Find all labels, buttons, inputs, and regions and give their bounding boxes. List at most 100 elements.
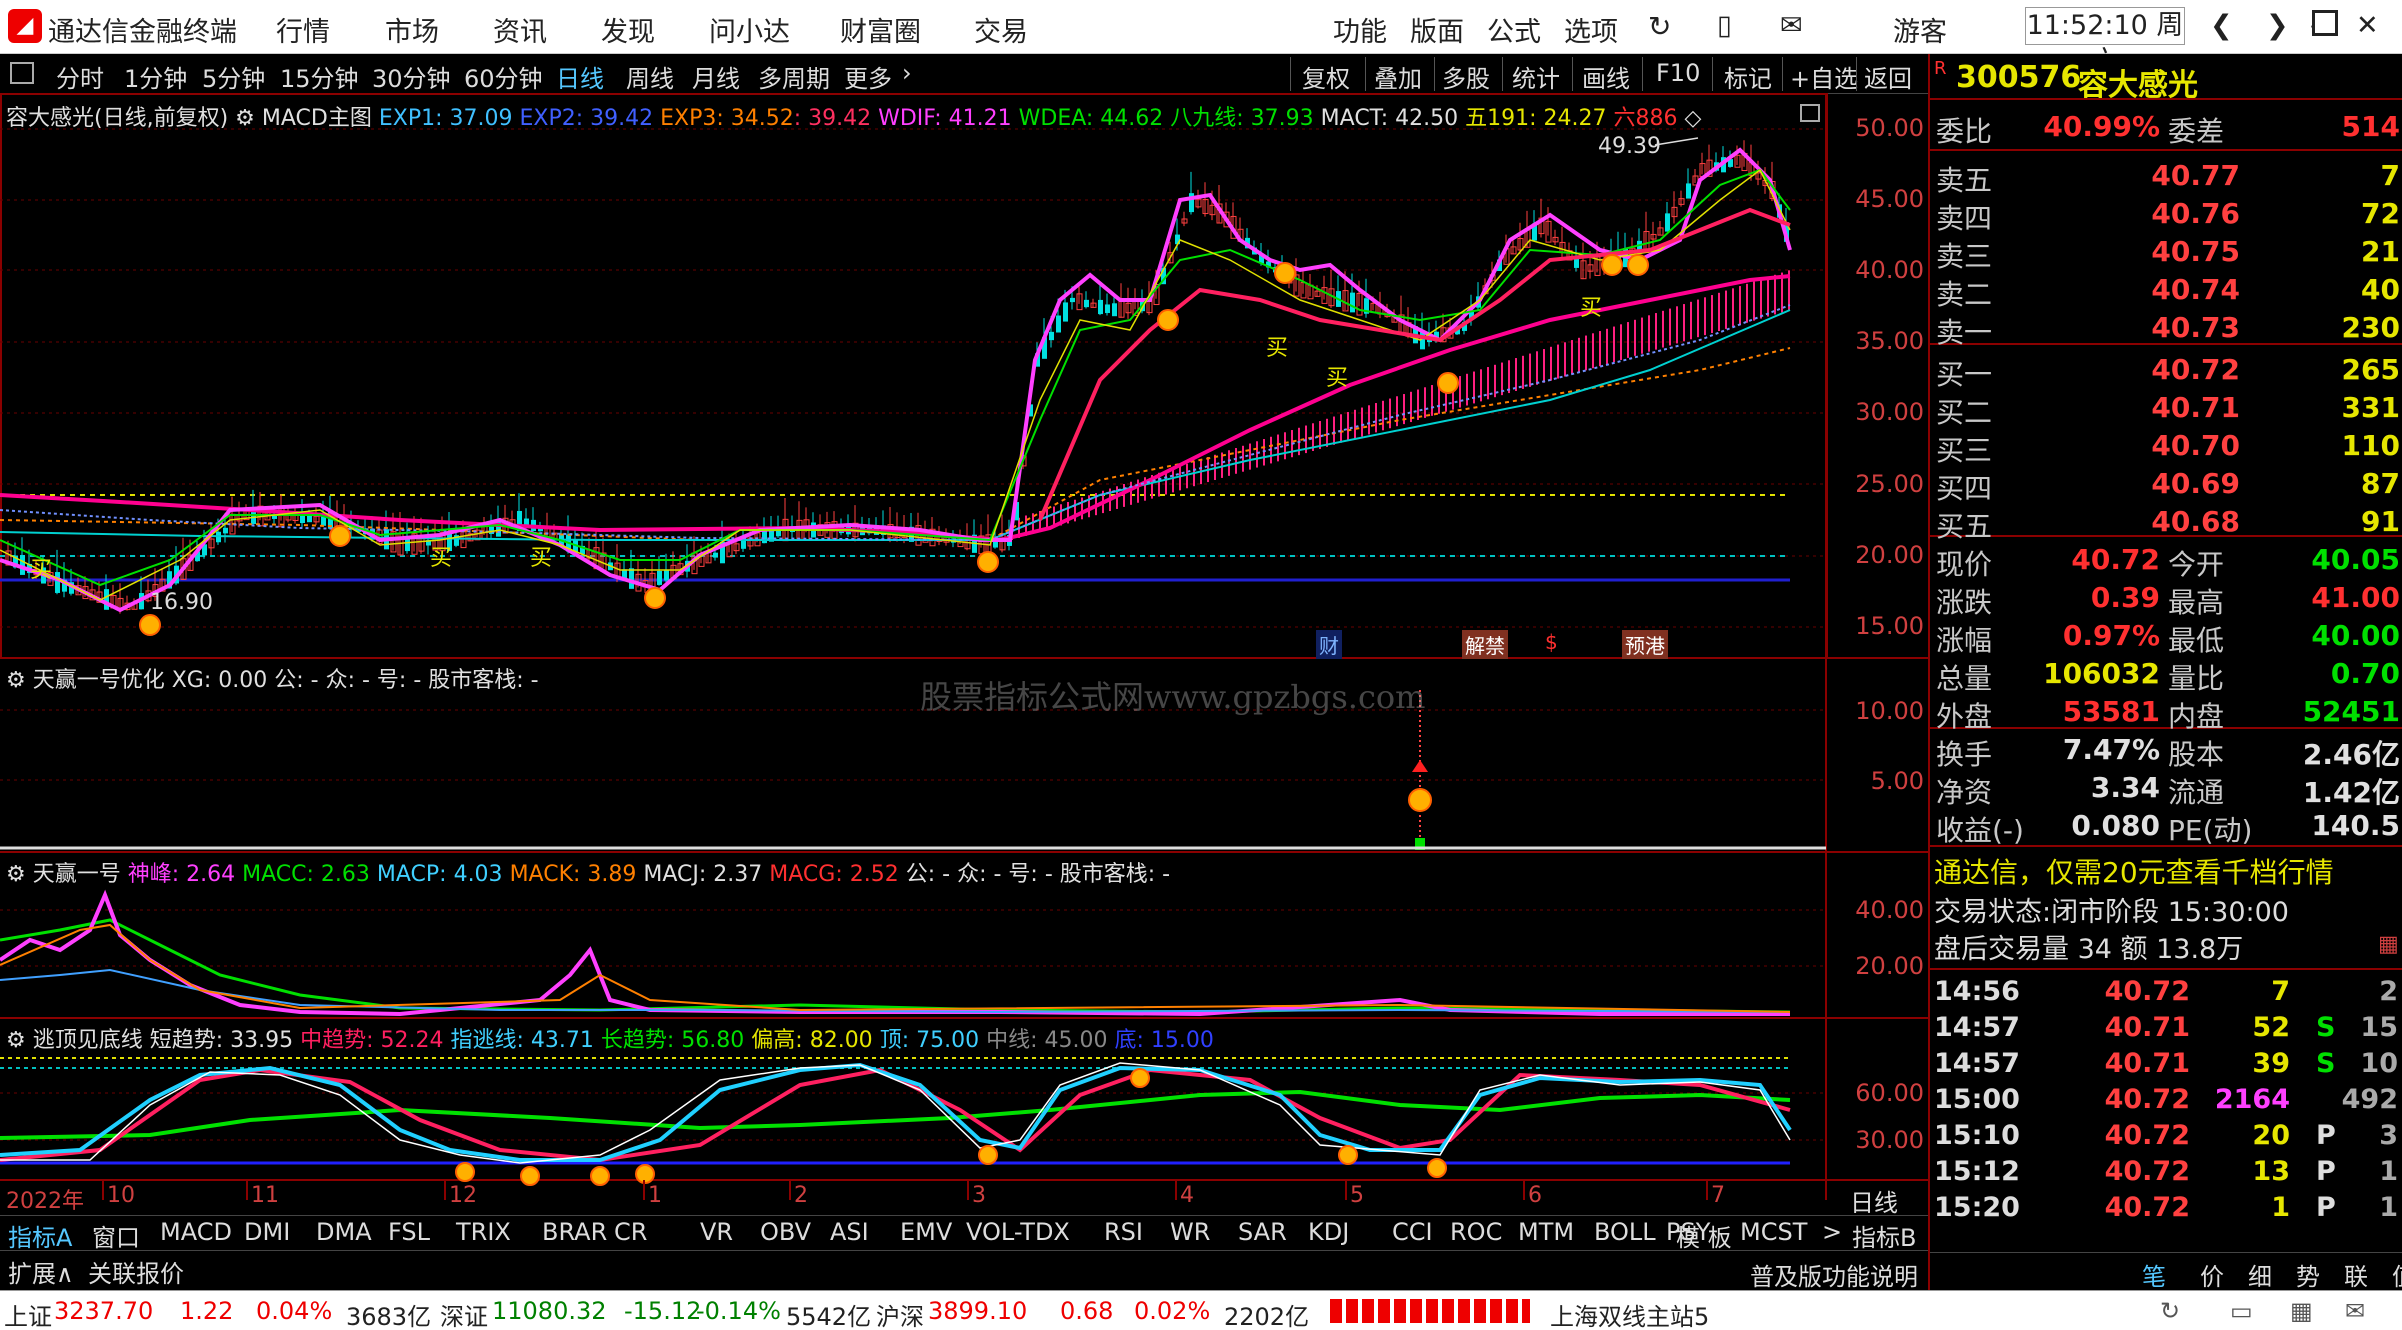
ask-row[interactable]: 卖五 40.77 7 bbox=[1930, 157, 2402, 197]
panel4-indicator-name[interactable]: 逃顶见底线 bbox=[33, 1028, 143, 1053]
indicator-tab[interactable]: MCST bbox=[1740, 1218, 1807, 1246]
p2-axis-10: 10.00 bbox=[1855, 697, 1924, 725]
legend-macg: MACG: 2.52 bbox=[769, 862, 899, 887]
ask-row[interactable]: 卖四 40.76 72 bbox=[1930, 195, 2402, 235]
legend-bajiu: 八九线: 37.93 bbox=[1170, 106, 1314, 131]
indicator-tab[interactable]: 窗口 bbox=[92, 1218, 140, 1253]
maximize-icon[interactable] bbox=[2312, 10, 2338, 36]
date-label: 3 bbox=[972, 1183, 986, 1208]
buy-signal: 买 bbox=[430, 546, 453, 571]
rp-tab[interactable]: 普及版功能说明 bbox=[1750, 1257, 1918, 1292]
bid-row[interactable]: 买三 40.70 110 bbox=[1930, 427, 2402, 467]
rp-tab[interactable]: 笔 bbox=[2142, 1257, 2166, 1292]
rp-tab[interactable]: 细 bbox=[2248, 1257, 2272, 1292]
indicator-tab[interactable]: EMV bbox=[900, 1218, 952, 1246]
collapse-icon[interactable]: ⚙ bbox=[6, 1028, 33, 1053]
sz-amount: 5542亿 bbox=[786, 1303, 872, 1330]
indicator-tab[interactable]: FSL bbox=[388, 1218, 430, 1246]
indicator-tab[interactable]: OBV bbox=[760, 1218, 811, 1246]
stock-header[interactable]: R 300576 容大感光 bbox=[1930, 54, 2402, 103]
finance-badge[interactable]: 财 bbox=[1316, 630, 1342, 659]
quote-row: 外盘 53581 内盘 52451 bbox=[1936, 695, 2400, 733]
bid-row[interactable]: 买二 40.71 331 bbox=[1930, 389, 2402, 429]
clock: 11:52:10 周六 bbox=[2025, 7, 2185, 77]
indicator-tab[interactable]: KDJ bbox=[1308, 1218, 1349, 1246]
indicator-tab[interactable]: SAR bbox=[1238, 1218, 1287, 1246]
indicator-tab[interactable]: > bbox=[1822, 1218, 1842, 1246]
grid-icon[interactable]: ▦ bbox=[2378, 932, 2399, 957]
tick-row: 15:10 40.72 20 P 3 bbox=[1934, 1120, 2398, 1151]
indicator-tab[interactable]: CR bbox=[614, 1218, 647, 1246]
ask-row[interactable]: 卖二 40.74 40 bbox=[1930, 271, 2402, 311]
bid-row[interactable]: 买五 40.68 91 bbox=[1930, 503, 2402, 543]
ask-row[interactable]: 卖一 40.73 230 bbox=[1930, 309, 2402, 349]
unlock-badge[interactable]: 解禁 bbox=[1462, 630, 1508, 659]
settings-icon[interactable]: ⚙ bbox=[235, 106, 262, 131]
axis-tick-40: 40.00 bbox=[1855, 256, 1924, 284]
finance-row: 净资 3.34 流通 1.42亿 bbox=[1936, 771, 2400, 809]
buy-signal: 买 bbox=[1326, 366, 1349, 391]
status-bar: 上证 3237.70 1.22 0.04% 3683亿 深证 11080.32 … bbox=[0, 1290, 2402, 1330]
refresh-icon[interactable]: ↻ bbox=[2160, 1297, 2180, 1325]
legend-bottom: 底: 15.00 bbox=[1114, 1028, 1214, 1053]
forecast-badge[interactable]: 预港 bbox=[1622, 630, 1668, 659]
rp-tab[interactable]: 联 bbox=[2344, 1257, 2368, 1292]
indicator-tab[interactable]: WR bbox=[1170, 1218, 1210, 1246]
mail-icon[interactable]: ✉ bbox=[2345, 1297, 2365, 1325]
close-icon[interactable]: ✕ bbox=[2356, 10, 2379, 41]
indicator-tab[interactable]: CCI bbox=[1392, 1218, 1433, 1246]
date-label: 1 bbox=[648, 1183, 662, 1208]
collapse-icon[interactable]: ⚙ bbox=[6, 862, 33, 887]
dollar-badge[interactable]: $ bbox=[1545, 630, 1558, 654]
collapse-icon[interactable]: ⚙ bbox=[6, 668, 33, 693]
forward-icon[interactable]: ❯ bbox=[2266, 10, 2289, 41]
bid-row[interactable]: 买四 40.69 87 bbox=[1930, 465, 2402, 505]
related-quotes-tab[interactable]: 关联报价 bbox=[88, 1254, 184, 1289]
calculator-icon[interactable]: ▦ bbox=[2290, 1297, 2313, 1325]
window-toggle-icon[interactable] bbox=[1800, 104, 1820, 122]
indicator-tab[interactable]: MACD bbox=[160, 1218, 232, 1246]
bid-row[interactable]: 买一 40.72 265 bbox=[1930, 351, 2402, 391]
axis-tick-50: 50.00 bbox=[1855, 114, 1924, 142]
indicator-tab[interactable]: VOL-TDX bbox=[966, 1218, 1070, 1246]
indicator-tab[interactable]: BRAR bbox=[542, 1218, 607, 1246]
stock-name: 容大感光 bbox=[2078, 68, 2198, 103]
indicator-tab[interactable]: 模 板 bbox=[1676, 1218, 1732, 1253]
promo-link[interactable]: 通达信，仅需20元查看千档行情 bbox=[1934, 851, 2334, 891]
indicator-tab[interactable]: 指标A bbox=[8, 1218, 72, 1253]
indicator-tab[interactable]: 指标B bbox=[1852, 1218, 1916, 1253]
legend-exp3b: : 39.42 bbox=[793, 106, 872, 131]
finance-row: 收益(-) 0.080 PE(动) 140.5 bbox=[1936, 809, 2400, 847]
legend-top: 顶: 75.00 bbox=[879, 1028, 980, 1053]
indicator-tab[interactable]: BOLL bbox=[1594, 1218, 1656, 1246]
indicator-tab[interactable]: RSI bbox=[1104, 1218, 1143, 1246]
date-label: 11 bbox=[251, 1183, 279, 1208]
indicator-name[interactable]: MACD主图 bbox=[262, 106, 372, 131]
buy-signal: 买 bbox=[530, 546, 553, 571]
hs-label[interactable]: 沪深 bbox=[876, 1297, 924, 1330]
indicator-tab[interactable]: DMI bbox=[244, 1218, 290, 1246]
sz-label[interactable]: 深证 bbox=[440, 1297, 488, 1330]
sh-value: 3237.70 bbox=[54, 1297, 154, 1325]
indicator-tab[interactable]: MTM bbox=[1518, 1218, 1574, 1246]
extend-toggle[interactable]: 扩展∧ bbox=[8, 1254, 74, 1289]
ask-row[interactable]: 卖三 40.75 21 bbox=[1930, 233, 2402, 273]
rp-tab[interactable]: 势 bbox=[2296, 1257, 2320, 1292]
indicator-tab[interactable]: DMA bbox=[316, 1218, 372, 1246]
rp-tab[interactable]: 值 bbox=[2392, 1257, 2402, 1292]
panel2-indicator-name[interactable]: 天赢一号优化 bbox=[33, 668, 165, 693]
indicator-tab[interactable]: ROC bbox=[1450, 1218, 1502, 1246]
panel3-indicator-name[interactable]: 天赢一号 bbox=[33, 862, 121, 887]
sh-label[interactable]: 上证 bbox=[4, 1297, 52, 1330]
rp-tab[interactable]: 价 bbox=[2200, 1257, 2224, 1292]
stock-period-label[interactable]: 容大感光(日线,前复权) bbox=[6, 106, 228, 131]
indicator-tab[interactable]: VR bbox=[700, 1218, 733, 1246]
back-icon[interactable]: ❮ bbox=[2210, 10, 2233, 41]
main-legend: 容大感光(日线,前复权) ⚙ MACD主图 EXP1: 37.09 EXP2: … bbox=[6, 100, 1701, 132]
quote-row: 涨幅 0.97% 最低 40.00 bbox=[1936, 619, 2400, 657]
legend-exp3: EXP3: 34.52 bbox=[660, 106, 794, 131]
server-name[interactable]: 上海双线主站5 bbox=[1550, 1297, 1709, 1330]
indicator-tab[interactable]: TRIX bbox=[456, 1218, 511, 1246]
indicator-tab[interactable]: ASI bbox=[830, 1218, 869, 1246]
after-hours-volume: 盘后交易量 34 额 13.8万 bbox=[1934, 934, 2244, 965]
